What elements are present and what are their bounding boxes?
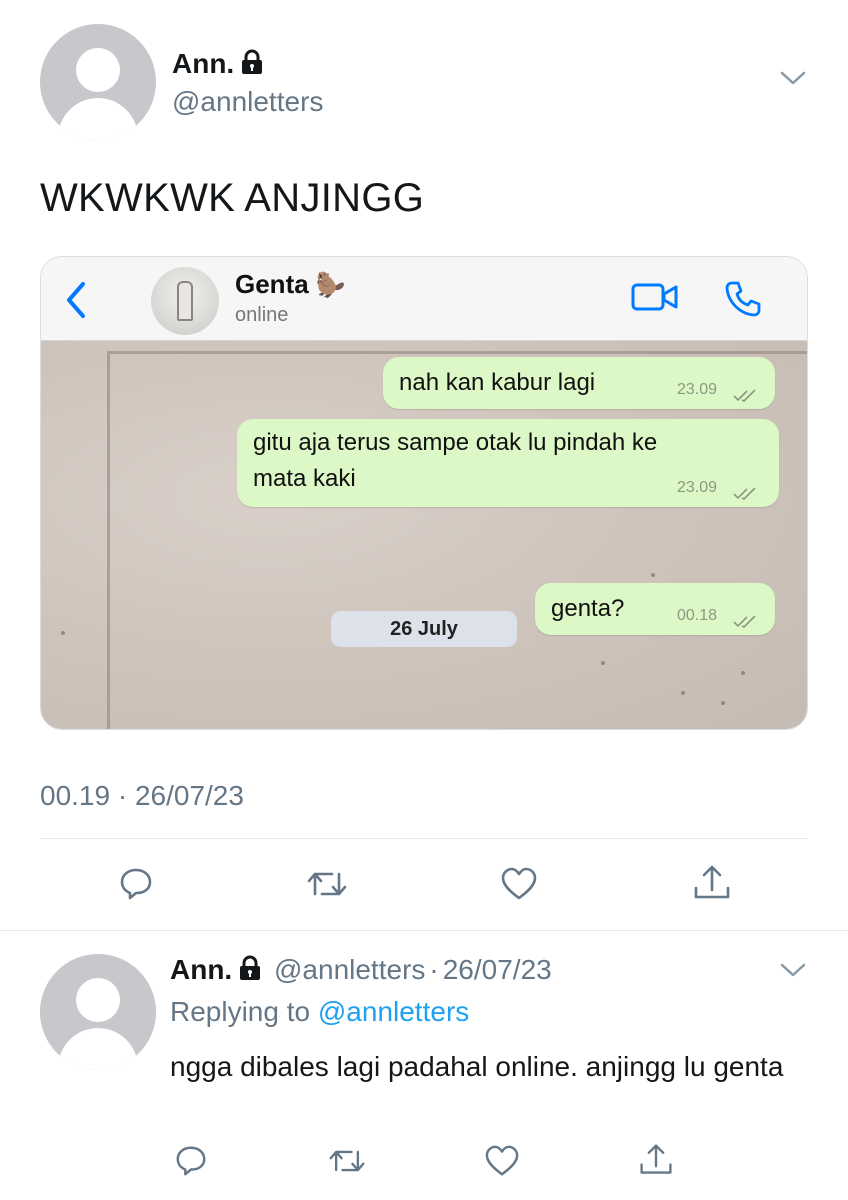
contact-name-row: Genta 🦫 [235, 269, 346, 300]
tweet-text: WKWKWK ANJINGG [40, 176, 425, 220]
author-name-row[interactable]: Ann. [172, 48, 264, 82]
phone-icon [723, 279, 763, 324]
separator: · [429, 954, 439, 985]
message-text-line1: gitu aja terus sampe otak lu pindah ke [253, 429, 658, 456]
retweet-icon[interactable] [306, 866, 348, 907]
like-icon[interactable] [484, 1144, 520, 1183]
lock-icon [238, 955, 262, 988]
avatar[interactable] [40, 954, 156, 1070]
author-handle[interactable]: @annletters [274, 954, 425, 985]
message-bubble: nah kan kabur lagi 23.09 [383, 357, 775, 409]
like-icon[interactable] [500, 866, 538, 907]
divider [40, 838, 808, 839]
contact-status: online [235, 304, 289, 326]
replying-to-label: Replying to [170, 996, 311, 1027]
message-text-line2: mata kaki [253, 465, 356, 492]
lock-icon [240, 49, 264, 82]
replying-to-handle[interactable]: @annletters [318, 996, 469, 1027]
date-separator: 26 July [331, 611, 517, 647]
double-check-icon [733, 608, 759, 636]
author-name[interactable]: Ann. [172, 48, 234, 79]
message-bubble: gitu aja terus sampe otak lu pindah ke m… [237, 419, 779, 507]
chevron-down-icon[interactable] [780, 962, 806, 983]
chat-area: nah kan kabur lagi 23.09 gitu aja terus … [41, 341, 807, 729]
message-time: 23.09 [677, 381, 718, 398]
message-text: nah kan kabur lagi [399, 369, 596, 396]
video-call-icon [631, 281, 679, 318]
message-time: 23.09 [677, 479, 718, 496]
author-handle[interactable]: @annletters [172, 86, 323, 118]
contact-emoji: 🦫 [315, 272, 346, 299]
replying-to: Replying to @annletters [170, 996, 469, 1028]
reply-header: Ann. @annletters · 26/07/23 [170, 954, 552, 988]
chat-header: Genta 🦫 online [41, 257, 807, 341]
message-time: 00.18 [677, 607, 718, 624]
double-check-icon [733, 382, 759, 410]
share-icon[interactable] [638, 1142, 674, 1183]
tweet-timestamp[interactable]: 00.19 · 26/07/23 [40, 780, 244, 812]
message-bubble: genta? 00.18 [535, 583, 775, 635]
retweet-icon[interactable] [328, 1144, 366, 1183]
avatar[interactable] [40, 24, 156, 140]
reply-text: ngga dibales lagi padahal online. anjing… [170, 1051, 784, 1082]
contact-avatar [151, 267, 219, 335]
double-check-icon [733, 480, 759, 508]
divider [0, 930, 848, 931]
reply-icon[interactable] [174, 1144, 208, 1183]
back-icon [65, 281, 87, 324]
reply-icon[interactable] [118, 866, 154, 907]
message-text: genta? [551, 595, 625, 622]
author-name[interactable]: Ann. [170, 954, 232, 985]
tweet-media-image[interactable]: Genta 🦫 online nah kan kabur lagi 23.09 [40, 256, 808, 730]
reply-date[interactable]: 26/07/23 [443, 954, 552, 985]
share-icon[interactable] [692, 864, 732, 907]
contact-name: Genta [235, 269, 309, 299]
chevron-down-icon[interactable] [780, 70, 806, 91]
